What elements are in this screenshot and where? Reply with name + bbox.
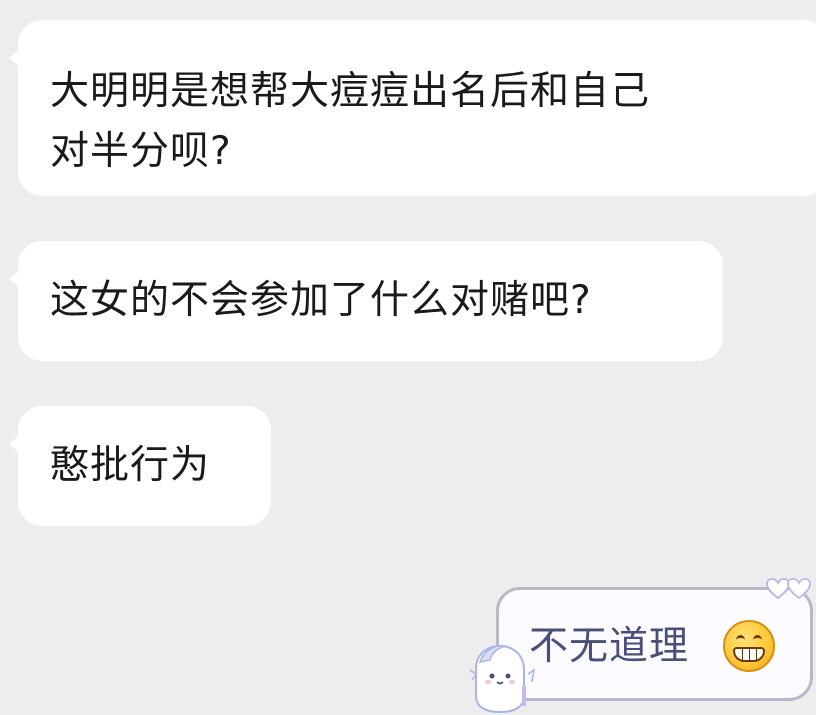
message-text: 这女的不会参加了什么对赌吧? — [50, 278, 592, 323]
message-text: 憨批行为 — [50, 443, 211, 488]
message-text-line: 大明明是想帮大痘痘出名后和自己 — [50, 69, 651, 114]
emoji-mouth — [733, 647, 765, 662]
mascot-sticker-icon — [469, 644, 536, 714]
incoming-message[interactable]: 憨批行为 — [9, 406, 271, 526]
grinning-face-icon — [723, 620, 775, 672]
message-text-line: 对半分呗? — [50, 129, 232, 174]
bubble-tail — [9, 269, 21, 289]
emoji-eye — [736, 635, 745, 645]
chat-area: 大明明是想帮大痘痘出名后和自己 对半分呗? 这女的不会参加了什么对赌吧? 憨批行… — [0, 0, 816, 715]
bubble-tail — [9, 48, 21, 68]
outgoing-message[interactable]: 不无道理 — [496, 587, 813, 701]
bubble-tail — [9, 434, 21, 454]
hearts-decoration-icon — [766, 578, 811, 600]
message-text: 不无道理 — [529, 624, 690, 669]
incoming-message[interactable]: 这女的不会参加了什么对赌吧? — [9, 241, 723, 361]
emoji-eye — [753, 635, 762, 645]
incoming-message[interactable]: 大明明是想帮大痘痘出名后和自己 对半分呗? — [9, 20, 816, 196]
